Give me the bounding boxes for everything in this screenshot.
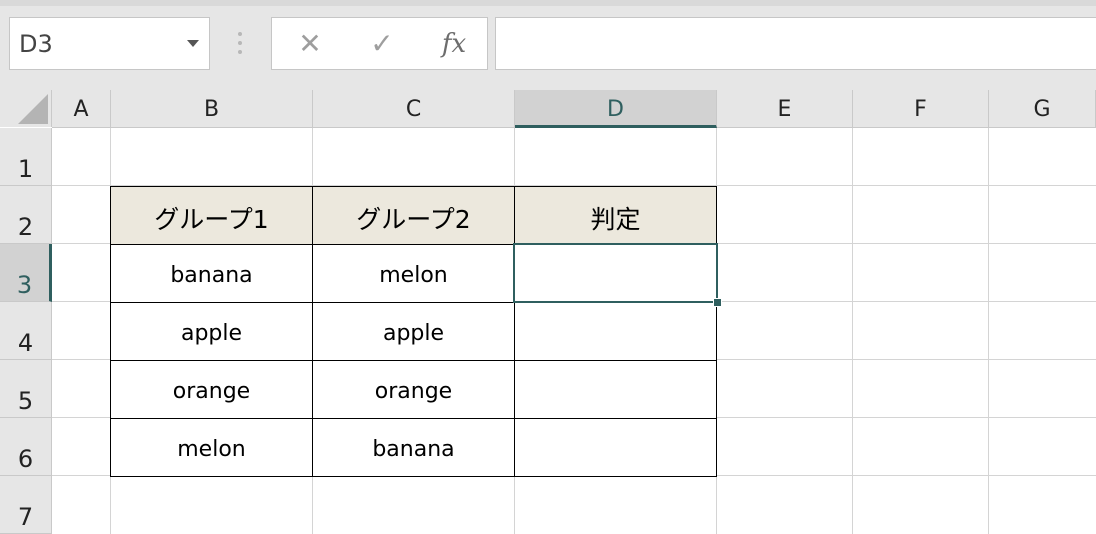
column-header-c[interactable]: C bbox=[313, 90, 515, 128]
row-number: 4 bbox=[17, 329, 34, 357]
table-cell[interactable]: orange bbox=[312, 360, 515, 419]
column-header-a[interactable]: A bbox=[52, 90, 111, 128]
cell-text: banana bbox=[372, 436, 455, 462]
row-number: 7 bbox=[17, 503, 34, 531]
grip-dots-icon[interactable] bbox=[238, 32, 242, 56]
cell-text: 判定 bbox=[590, 204, 641, 234]
cancel-icon[interactable]: ✕ bbox=[292, 26, 328, 62]
row-header-2[interactable]: 2 bbox=[0, 186, 52, 244]
table-cell[interactable]: melon bbox=[312, 244, 515, 303]
cell-text: apple bbox=[180, 320, 243, 346]
row-header-4[interactable]: 4 bbox=[0, 302, 52, 360]
table-header-cell[interactable]: グループ2 bbox=[312, 186, 515, 245]
row-header-5[interactable]: 5 bbox=[0, 360, 52, 418]
gridline bbox=[852, 128, 853, 534]
name-box[interactable]: D3 bbox=[9, 17, 210, 70]
cell-text: melon bbox=[379, 262, 448, 288]
table-cell[interactable]: apple bbox=[110, 302, 313, 361]
cell-text: banana bbox=[170, 262, 253, 288]
cell-text: グループ2 bbox=[356, 204, 471, 234]
select-all-triangle-icon bbox=[18, 94, 48, 124]
table-cell[interactable]: banana bbox=[110, 244, 313, 303]
active-cell-selection[interactable] bbox=[513, 243, 718, 303]
formula-buttons: ✕ ✓ fx bbox=[271, 17, 488, 70]
column-header-b[interactable]: B bbox=[111, 90, 313, 128]
table-cell[interactable]: orange bbox=[110, 360, 313, 419]
column-header-e[interactable]: E bbox=[717, 90, 853, 128]
column-header-f[interactable]: F bbox=[853, 90, 989, 128]
cell-text: orange bbox=[172, 378, 251, 404]
row-header-1[interactable]: 1 bbox=[0, 128, 52, 186]
cell-text: melon bbox=[177, 436, 246, 462]
row-header-7[interactable]: 7 bbox=[0, 476, 52, 534]
chevron-down-icon[interactable] bbox=[187, 40, 199, 47]
table-cell[interactable]: apple bbox=[312, 302, 515, 361]
table-cell[interactable] bbox=[514, 360, 717, 419]
formula-input[interactable] bbox=[495, 17, 1096, 70]
table-cell[interactable]: banana bbox=[312, 418, 515, 477]
cell-text: orange bbox=[374, 378, 453, 404]
table-header-cell[interactable]: 判定 bbox=[514, 186, 717, 245]
row-number: 1 bbox=[17, 155, 34, 183]
table-cell[interactable] bbox=[514, 302, 717, 361]
select-all-button[interactable] bbox=[0, 90, 52, 127]
row-header-6[interactable]: 6 bbox=[0, 418, 52, 476]
row-number: 3 bbox=[16, 271, 33, 299]
excel-window: D3 ✕ ✓ fx A B C D E F G 1 2 3 4 5 6 7 グル… bbox=[0, 0, 1096, 534]
column-header-d[interactable]: D bbox=[515, 90, 717, 128]
cell-text: グループ1 bbox=[154, 204, 269, 234]
name-box-value: D3 bbox=[19, 30, 53, 58]
row-number: 2 bbox=[17, 213, 34, 241]
table-cell[interactable]: melon bbox=[110, 418, 313, 477]
insert-function-icon[interactable]: fx bbox=[432, 26, 476, 62]
fill-handle[interactable] bbox=[713, 298, 722, 307]
cell-text: apple bbox=[382, 320, 445, 346]
row-number: 5 bbox=[17, 387, 34, 415]
table-header-cell[interactable]: グループ1 bbox=[110, 186, 313, 245]
column-header-g[interactable]: G bbox=[989, 90, 1096, 128]
row-header-3[interactable]: 3 bbox=[0, 244, 52, 302]
gridline bbox=[988, 128, 989, 534]
table-cell[interactable] bbox=[514, 418, 717, 477]
check-icon[interactable]: ✓ bbox=[364, 26, 400, 62]
row-number: 6 bbox=[17, 445, 34, 473]
